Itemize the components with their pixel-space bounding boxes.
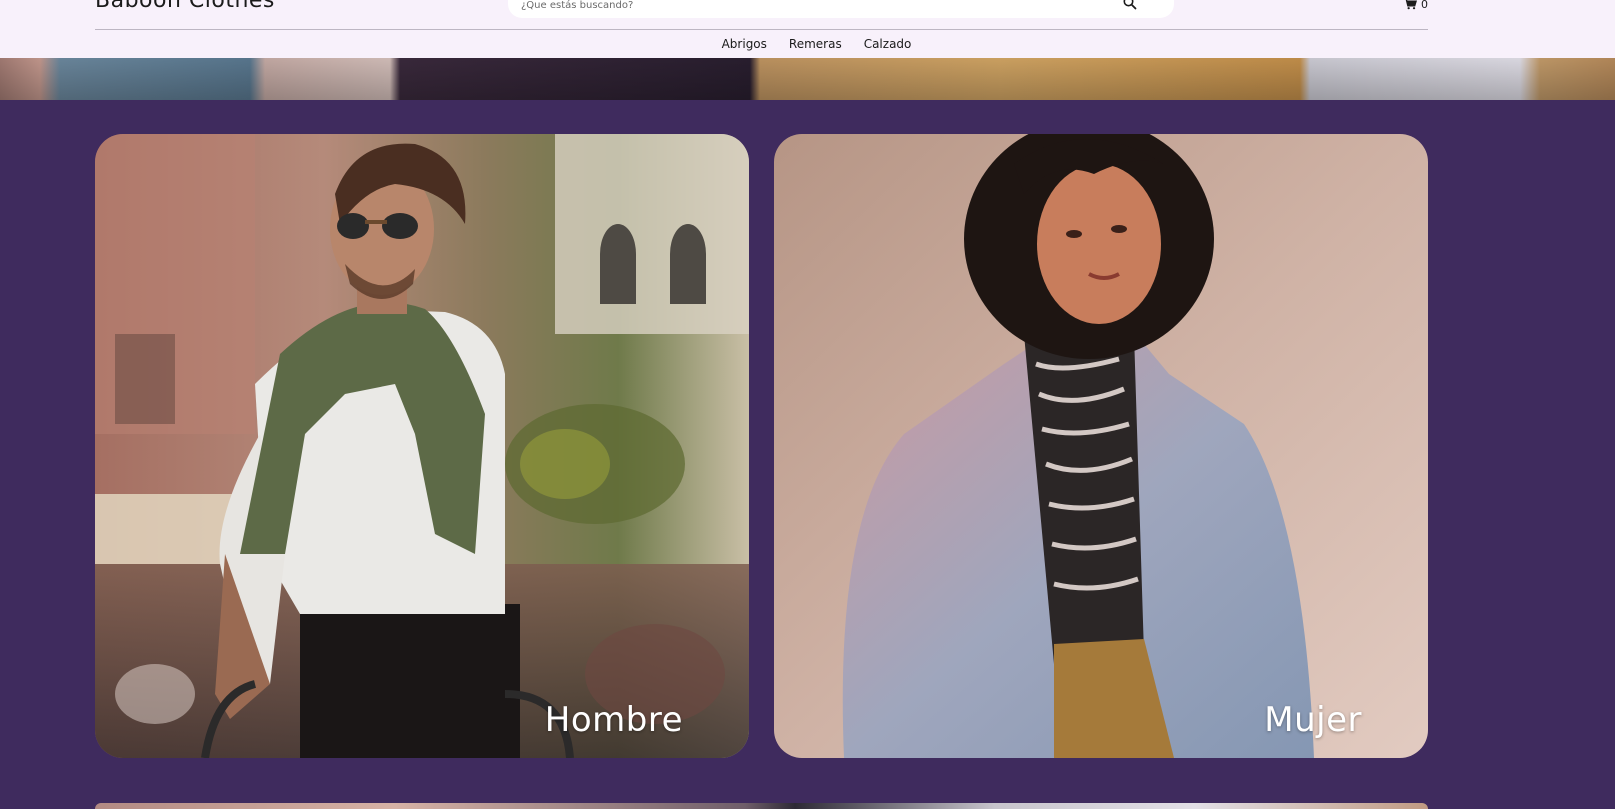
site-header: Baboon Clothes 0 Abrigos Remeras Calzado: [0, 0, 1615, 58]
cart-count: 0: [1421, 0, 1428, 11]
category-label-mujer: Mujer: [1264, 700, 1362, 740]
category-label-hombre: Hombre: [544, 700, 683, 740]
cart-icon: [1404, 0, 1417, 10]
hero-banner-image: [0, 58, 1615, 100]
next-category-row: [95, 803, 1428, 809]
nav-item-abrigos[interactable]: Abrigos: [722, 34, 767, 54]
main-nav: Abrigos Remeras Calzado: [0, 34, 1615, 54]
category-card-hombre[interactable]: Hombre: [95, 134, 749, 758]
search-bar: [508, 0, 1174, 18]
mujer-photo: [774, 134, 1428, 758]
cart-button[interactable]: 0: [1404, 0, 1428, 12]
search-icon[interactable]: [1122, 0, 1138, 11]
hombre-photo: [95, 134, 749, 758]
nav-item-remeras[interactable]: Remeras: [789, 34, 842, 54]
nav-item-calzado[interactable]: Calzado: [864, 34, 912, 54]
site-logo[interactable]: Baboon Clothes: [95, 0, 275, 13]
category-card-mujer[interactable]: Mujer: [774, 134, 1428, 758]
search-input[interactable]: [521, 0, 1111, 16]
header-top-row: Baboon Clothes 0: [95, 0, 1428, 30]
